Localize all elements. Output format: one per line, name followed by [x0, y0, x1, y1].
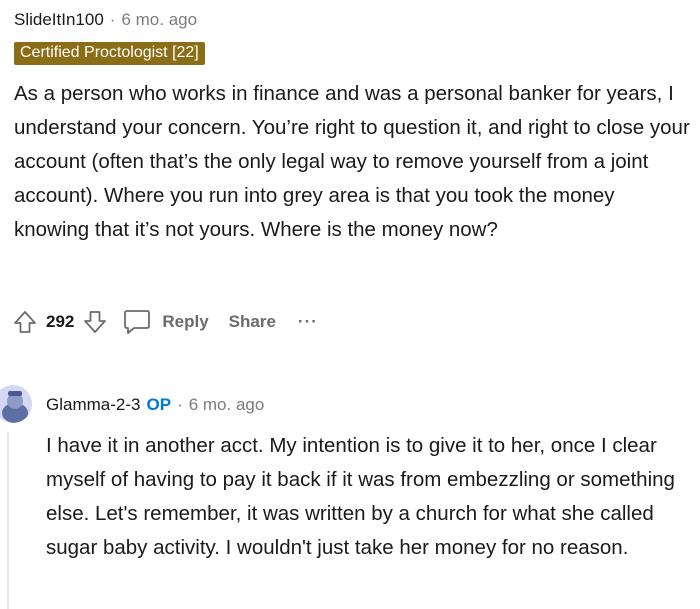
user-flair: Certified Proctologist [22] [14, 42, 205, 65]
thread-line[interactable] [7, 432, 9, 609]
reply-username[interactable]: Glamma-2-3 [46, 395, 140, 415]
comment-actions: 292 Reply Share ··· [12, 308, 318, 336]
comment-meta: SlideItIn100 · 6 mo. ago [14, 10, 694, 30]
comment: SlideItIn100 · 6 mo. ago Certified Proct… [14, 10, 694, 247]
reply-button[interactable]: Reply [162, 312, 208, 332]
avatar-icon[interactable] [0, 385, 32, 423]
downvote-icon[interactable] [82, 309, 108, 335]
reply-meta: Glamma-2-3 OP · 6 mo. ago [46, 395, 696, 415]
share-button[interactable]: Share [229, 312, 276, 332]
reply-comment: Glamma-2-3 OP · 6 mo. ago I have it in a… [46, 395, 696, 565]
reply-timestamp[interactable]: 6 mo. ago [189, 395, 265, 415]
meta-separator: · [177, 395, 183, 414]
comment-timestamp[interactable]: 6 mo. ago [121, 10, 197, 30]
comment-body: As a person who works in finance and was… [14, 82, 690, 241]
comment-username[interactable]: SlideItIn100 [14, 10, 104, 30]
comment-bubble-icon[interactable] [122, 308, 152, 336]
more-options-button[interactable]: ··· [298, 312, 318, 332]
upvote-icon[interactable] [12, 309, 38, 335]
vote-score: 292 [46, 312, 75, 331]
meta-separator: · [109, 10, 116, 29]
reply-body: I have it in another acct. My intention … [46, 434, 675, 559]
op-badge: OP [146, 395, 172, 414]
